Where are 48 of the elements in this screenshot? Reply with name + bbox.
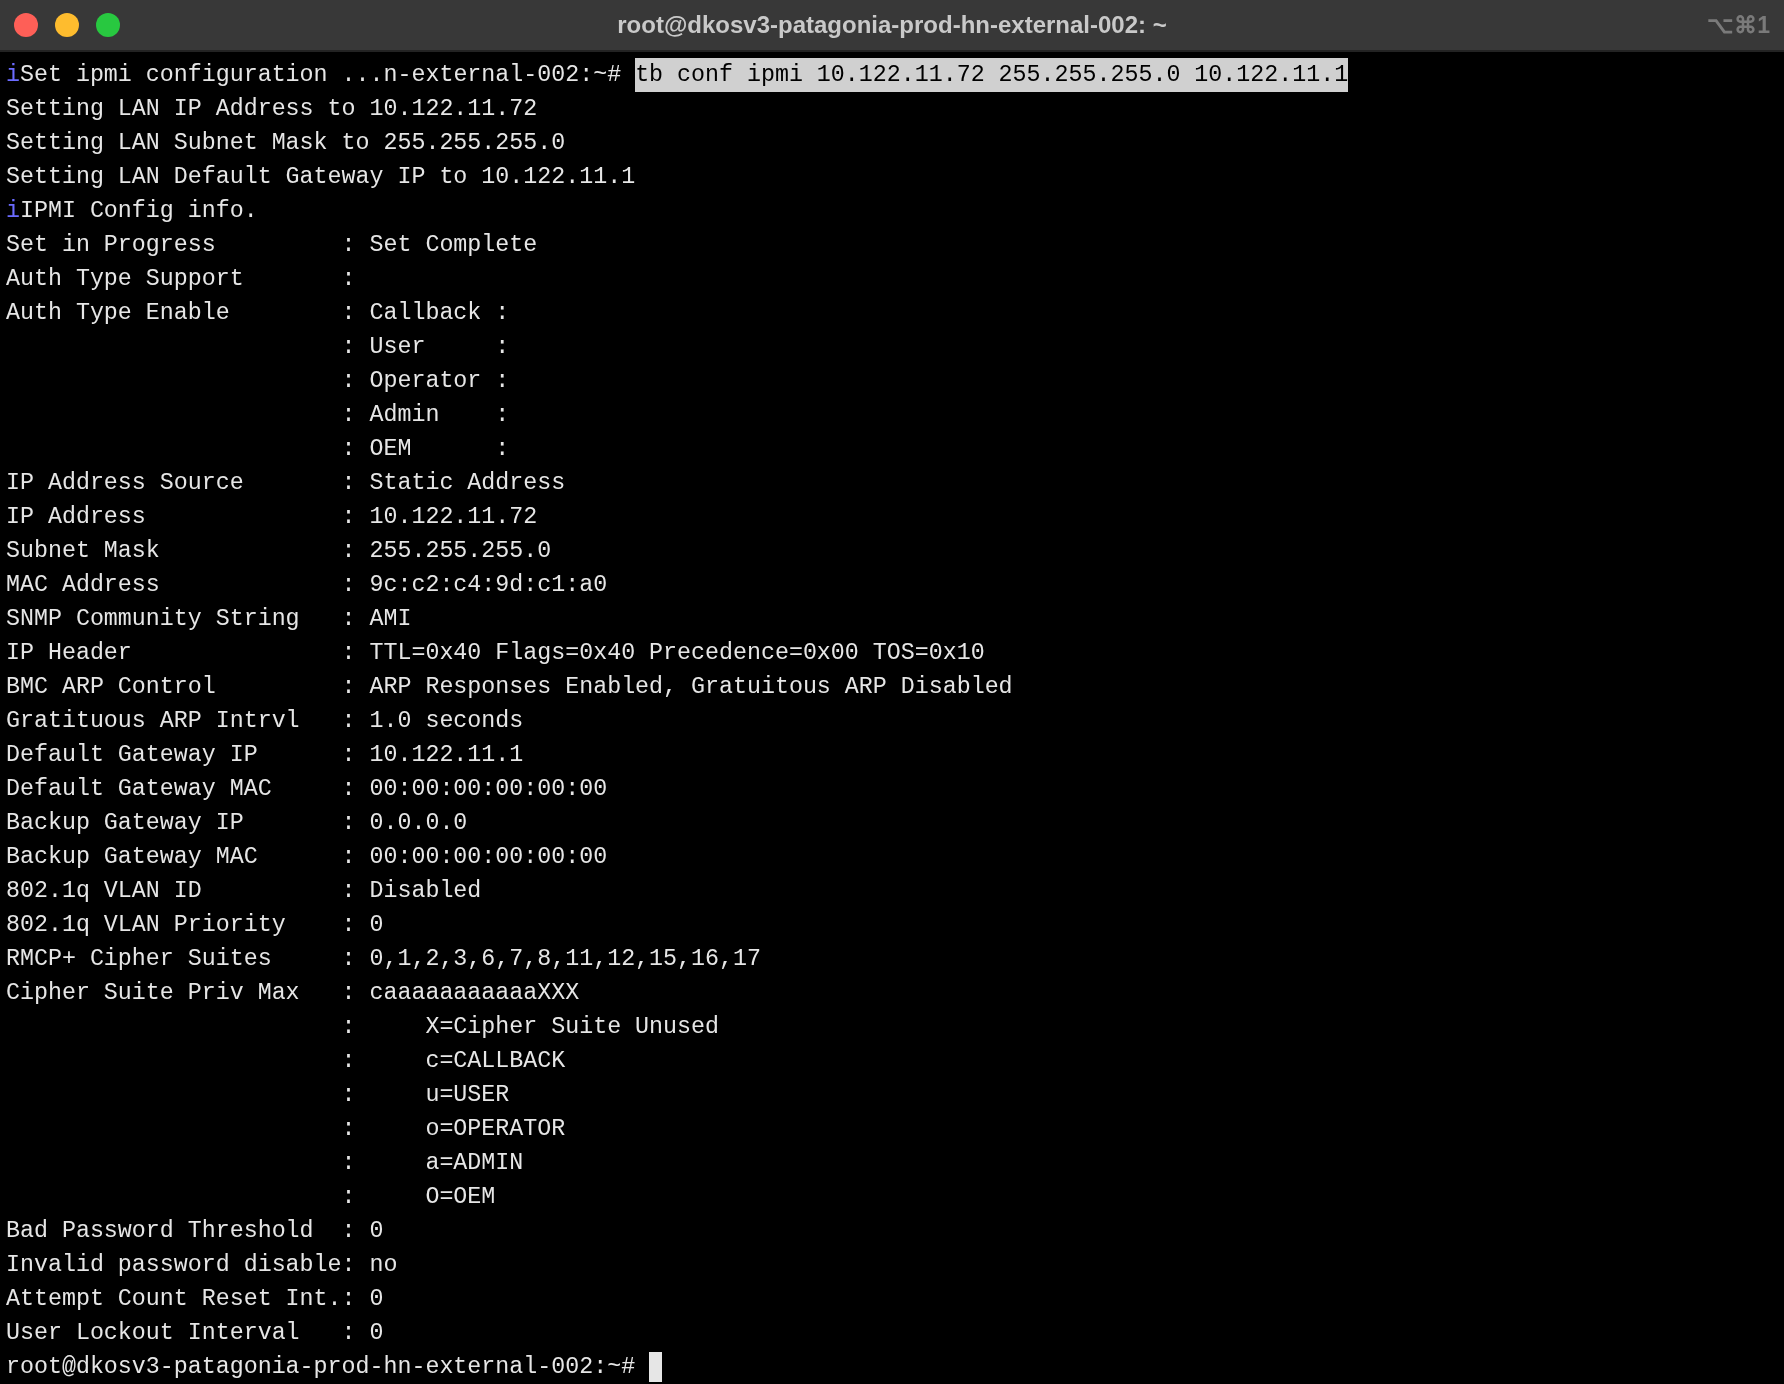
output-line: IP Header : TTL=0x40 Flags=0x40 Precedence=0x00 TOS=0x10 (6, 639, 985, 668)
output-line: IP Address Source : Static Address (6, 469, 566, 498)
output-line: : X=Cipher Suite Unused (340, 1013, 719, 1042)
output-line: Gratituous ARP Intrvl : 1.0 seconds (6, 707, 524, 736)
output-line: : o=OPERATOR (340, 1115, 566, 1144)
output-line: : Operator : (340, 367, 510, 396)
text-cursor (649, 1352, 663, 1382)
zoom-button[interactable] (96, 13, 120, 37)
output-line: Invalid password disable: no (6, 1251, 398, 1280)
output-line: Set in Progress : Set Complete (6, 231, 538, 260)
output-line: SNMP Community String : AMI (6, 605, 412, 634)
output-line: 802.1q VLAN Priority : 0 (6, 911, 384, 940)
output-line: : OEM : (340, 435, 510, 464)
prompt-text: Set ipmi configuration ...n-external-002:~# (20, 61, 623, 90)
output-line: Setting LAN Subnet Mask to 255.255.255.0 (6, 129, 566, 158)
output-line: IP Address : 10.122.11.72 (6, 503, 538, 532)
output-line: Setting LAN Default Gateway IP to 10.122.11.1 (6, 163, 636, 192)
output-line: Backup Gateway MAC : 00:00:00:00:00:00 (6, 843, 608, 872)
output-line: : User : (340, 333, 510, 362)
output-line: : O=OEM (340, 1183, 496, 1212)
output-line: Setting LAN IP Address to 10.122.11.72 (6, 95, 538, 124)
output-line: Subnet Mask : 255.255.255.0 (6, 537, 552, 566)
info-marker: i (6, 197, 20, 226)
output-line: Auth Type Enable : Callback : (6, 299, 510, 328)
output-line: Default Gateway IP : 10.122.11.1 (6, 741, 524, 770)
output-line: Auth Type Support : (6, 265, 356, 294)
window-title: root@dkosv3-patagonia-prod-hn-external-002: ~ (617, 11, 1167, 39)
info-marker: i (6, 61, 20, 90)
info-text: IPMI Config info. (20, 197, 258, 226)
prompt-text: root@dkosv3-patagonia-prod-hn-external-002:~# (6, 1353, 637, 1382)
output-line: : a=ADMIN (340, 1149, 524, 1178)
output-line: RMCP+ Cipher Suites : 0,1,2,3,6,7,8,11,12,15,16,17 (6, 945, 761, 974)
output-line: Cipher Suite Priv Max : caaaaaaaaaaaXXX (6, 979, 580, 1008)
close-button[interactable] (14, 13, 38, 37)
output-line: Backup Gateway IP : 0.0.0.0 (6, 809, 468, 838)
output-line: User Lockout Interval : 0 (6, 1319, 384, 1348)
output-line: : u=USER (340, 1081, 510, 1110)
output-line: Attempt Count Reset Int.: 0 (6, 1285, 384, 1314)
selected-command: tb conf ipmi 10.122.11.72 255.255.255.0 10.122.11.1 (635, 58, 1349, 92)
output-line: Bad Password Threshold : 0 (6, 1217, 384, 1246)
output-line: Default Gateway MAC : 00:00:00:00:00:00 (6, 775, 608, 804)
output-line: 802.1q VLAN ID : Disabled (6, 877, 482, 906)
output-line: BMC ARP Control : ARP Responses Enabled, Gratuitous ARP Disabled (6, 673, 1013, 702)
shortcut-label: ⌥⌘1 (1707, 11, 1770, 39)
output-line: : c=CALLBACK (340, 1047, 566, 1076)
output-line: MAC Address : 9c:c2:c4:9d:c1:a0 (6, 571, 608, 600)
minimize-button[interactable] (55, 13, 79, 37)
output-line: : Admin : (340, 401, 510, 430)
